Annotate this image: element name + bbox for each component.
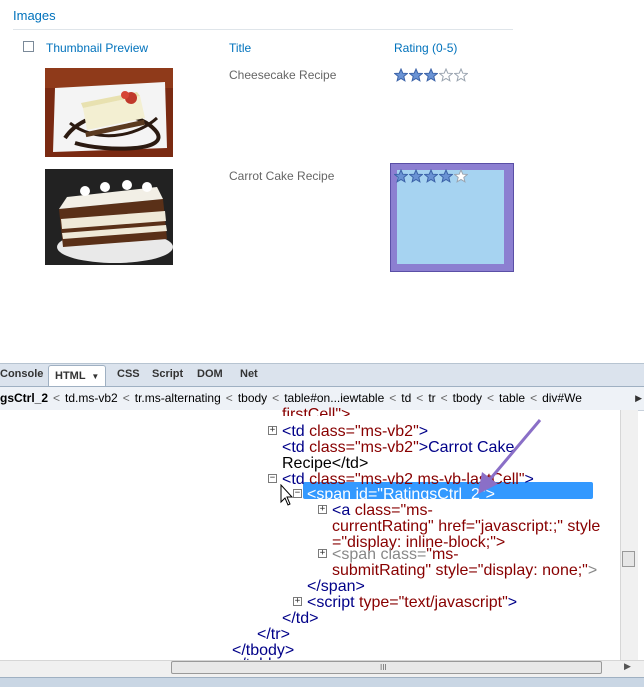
list-title[interactable]: Images [13,8,56,23]
star-filled-icon[interactable] [438,168,454,183]
scroll-grip-icon: III [380,663,387,672]
expand-toggle-icon[interactable]: + [318,549,327,558]
vertical-scrollbar-thumb[interactable] [622,551,635,567]
expand-toggle-icon[interactable]: + [318,505,327,514]
expand-toggle-icon[interactable]: + [293,597,302,606]
column-header-rating[interactable]: Rating (0-5) [394,41,457,55]
annotation-arrow-icon [478,419,542,494]
column-header-title[interactable]: Title [229,41,251,55]
breadcrumb-item[interactable]: div#We [542,391,582,405]
star-filled-icon[interactable] [393,67,409,82]
breadcrumb-item[interactable]: tr.ms-alternating [135,391,221,405]
breadcrumb-item[interactable]: table#on...iewtable [284,391,384,405]
star-filled-icon[interactable] [408,168,424,183]
scroll-right-arrow-icon[interactable]: ▶ [624,661,631,672]
rating-stars-cheesecake[interactable] [393,67,469,82]
tab-html-label: HTML [55,370,86,382]
title-divider [13,29,513,30]
tab-console[interactable]: Console [0,368,43,380]
rating-stars-carrot-cake[interactable] [393,168,469,183]
star-filled-icon[interactable] [393,168,409,183]
code-line[interactable]: <script type="text/javascript"> [307,594,517,612]
tab-html[interactable]: HTML ▼ [48,365,107,386]
star-filled-icon[interactable] [423,67,439,82]
row-title-cheesecake[interactable]: Cheesecake Recipe [229,68,336,82]
star-filled-icon[interactable] [423,168,439,183]
breadcrumb-item[interactable]: table [499,391,525,405]
breadcrumb-item[interactable]: tr [428,391,435,405]
carrot-cake-thumbnail[interactable] [45,169,173,265]
row-title-carrot-cake[interactable]: Carrot Cake Recipe [229,169,334,183]
tab-css[interactable]: CSS [117,368,140,380]
vertical-scrollbar[interactable] [620,410,638,660]
column-header-thumbnail[interactable]: Thumbnail Preview [46,41,148,55]
breadcrumb-item[interactable]: gsCtrl_2 [0,391,48,405]
tab-dom[interactable]: DOM [197,368,223,380]
collapse-toggle-icon[interactable]: − [268,474,277,483]
tab-script[interactable]: Script [152,368,183,380]
firebug-tab-bar: Console HTML ▼ CSS Script DOM Net [0,363,644,387]
tab-menu-arrow-icon[interactable]: ▼ [91,372,99,381]
mouse-pointer-icon [280,484,294,506]
star-filled-icon[interactable] [408,67,424,82]
select-all-checkbox[interactable] [23,41,34,52]
tab-net[interactable]: Net [240,368,258,380]
cheesecake-thumbnail[interactable] [45,68,173,157]
breadcrumb-scroll-right-icon[interactable]: ▶ [635,387,642,410]
code-line[interactable]: submitRating" style="display: none;"> [332,562,597,580]
breadcrumb-item[interactable]: td [401,391,411,405]
expand-toggle-icon[interactable]: + [268,426,277,435]
collapse-toggle-icon[interactable]: − [293,489,302,498]
star-empty-icon[interactable] [453,67,469,82]
star-empty-icon[interactable] [453,168,469,183]
star-empty-icon[interactable] [438,67,454,82]
code-line: firstCell"> [282,406,351,416]
breadcrumb-item[interactable]: tbody [453,391,482,405]
breadcrumb-item[interactable]: tbody [238,391,267,405]
breadcrumb-item[interactable]: td.ms-vb2 [65,391,118,405]
